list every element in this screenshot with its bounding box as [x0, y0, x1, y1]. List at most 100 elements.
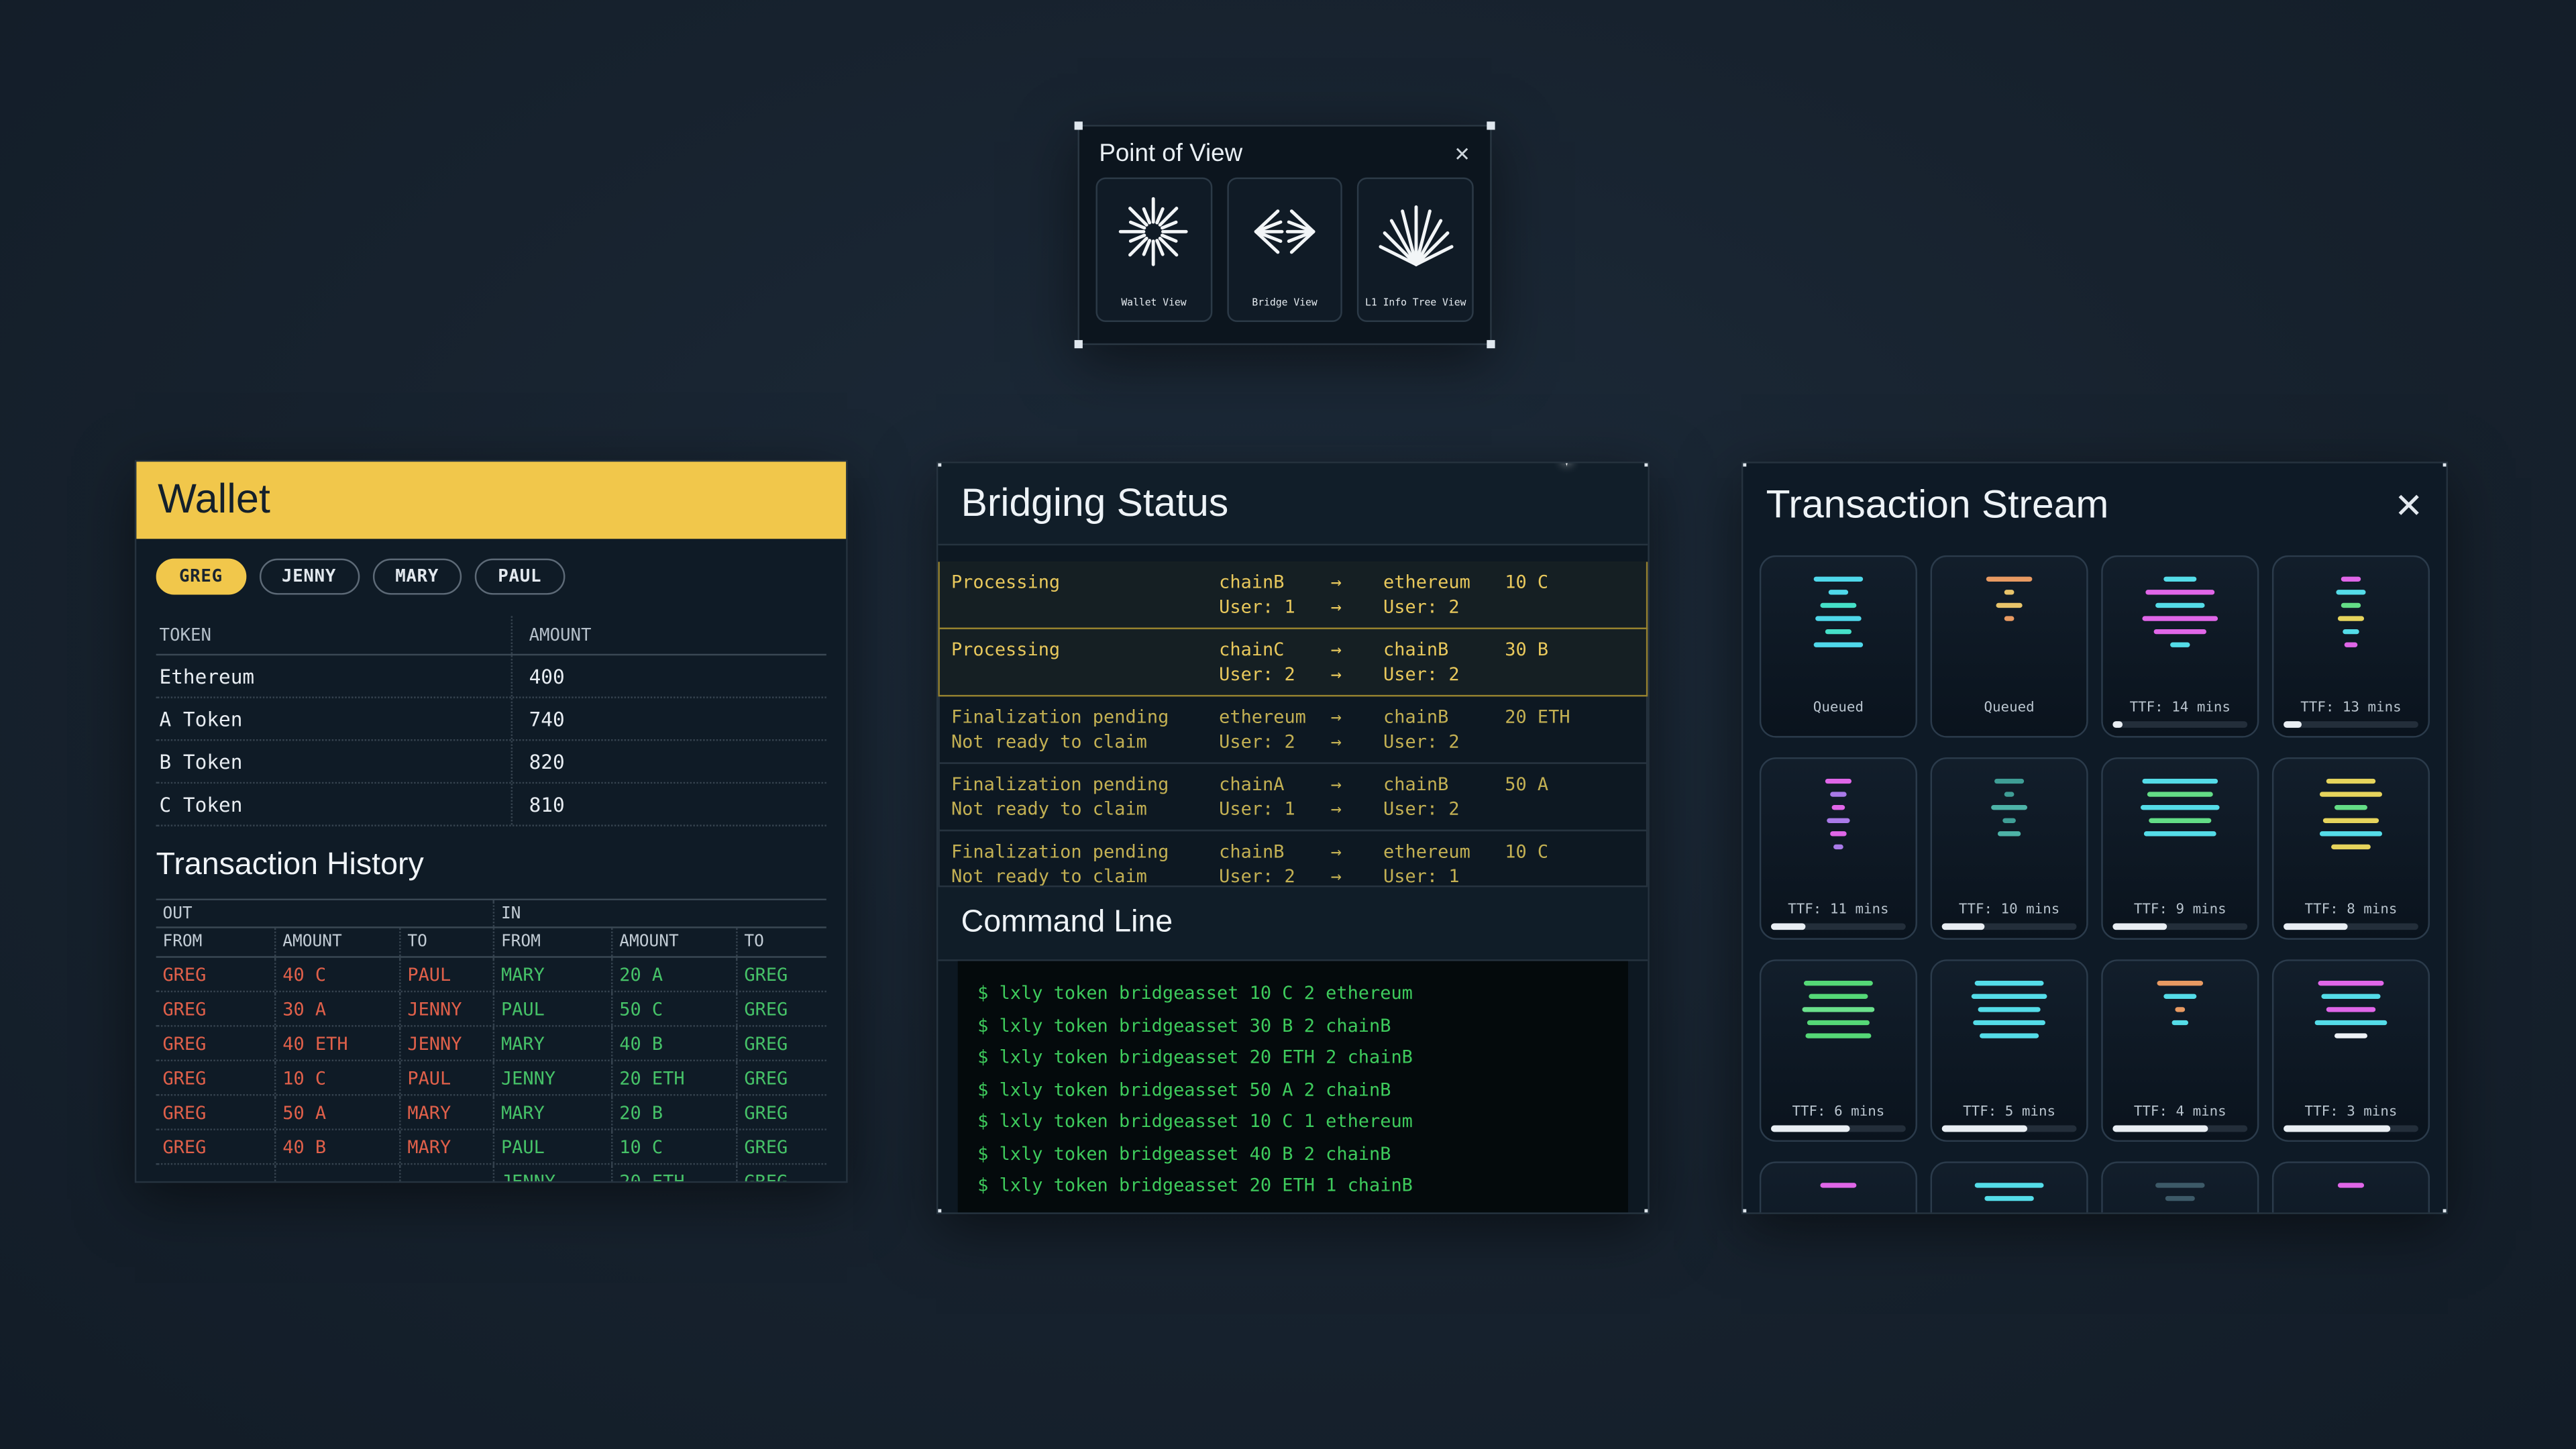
status-line: Processing — [951, 570, 1219, 595]
resize-handle[interactable] — [936, 1209, 941, 1214]
wallet-tab-paul[interactable]: PAUL — [475, 559, 564, 595]
resize-handle[interactable] — [1644, 1209, 1649, 1214]
transaction-card[interactable]: TTF: 11 mins — [1760, 757, 1917, 940]
wallet-tab-mary[interactable]: MARY — [372, 559, 462, 595]
token-row: B Token820 — [156, 741, 826, 784]
bar — [2141, 805, 2220, 810]
terminal[interactable]: $ lxly token bridgeasset 10 C 2 ethereum… — [958, 961, 1628, 1213]
resize-handle[interactable] — [2443, 1209, 2448, 1214]
bar — [1807, 1020, 1870, 1025]
user-to: User: 1 — [1383, 864, 1505, 885]
history-out-cell — [274, 1165, 399, 1183]
bar — [2165, 1196, 2195, 1201]
transaction-card[interactable] — [1931, 1161, 2088, 1212]
bar — [1825, 779, 1851, 784]
transaction-card[interactable] — [2101, 1161, 2259, 1212]
bar — [1803, 1007, 1875, 1012]
transaction-bars — [1932, 557, 2086, 621]
resize-handle[interactable] — [1644, 462, 1649, 466]
transaction-card[interactable]: TTF: 10 mins — [1931, 757, 2088, 940]
card-label: TTF: 11 mins — [1761, 902, 1915, 918]
resize-handle[interactable] — [1487, 340, 1495, 348]
chain-from: chainB — [1219, 570, 1331, 595]
transaction-bars — [1761, 961, 1915, 1038]
bar — [1984, 1196, 2033, 1201]
bar — [2157, 981, 2204, 985]
progress-track — [2284, 721, 2418, 728]
arrow-glyph: → — [1331, 772, 1383, 797]
transaction-card[interactable] — [2272, 1161, 2430, 1212]
progress-fill — [1942, 923, 1985, 930]
history-out-cell — [399, 1165, 493, 1183]
transaction-card[interactable]: TTF: 14 mins — [2101, 555, 2259, 738]
bar — [1827, 818, 1849, 823]
bar — [1825, 629, 1851, 634]
bridging-from: ethereumUser: 2 — [1219, 705, 1331, 754]
transaction-bars — [2273, 1163, 2428, 1188]
status-line-2: Not ready to claim — [951, 864, 1219, 885]
bar — [2142, 779, 2218, 784]
transaction-card[interactable] — [1760, 1161, 1917, 1212]
wallet-tab-greg[interactable]: GREG — [156, 559, 246, 595]
transaction-card[interactable]: TTF: 5 mins — [1931, 959, 2088, 1142]
bridging-to: ethereumUser: 1 — [1383, 839, 1505, 885]
bar — [2145, 590, 2214, 594]
history-in-cell: 50 C — [611, 992, 736, 1025]
bar — [1972, 994, 2047, 999]
transaction-card[interactable]: Queued — [1931, 555, 2088, 738]
transaction-card[interactable]: TTF: 6 mins — [1760, 959, 1917, 1142]
arrow-glyph: → — [1331, 637, 1383, 662]
token-table-body: Ethereum400A Token740B Token820C Token81… — [156, 655, 826, 826]
transaction-card[interactable]: TTF: 13 mins — [2272, 555, 2430, 738]
resize-handle[interactable] — [1741, 1209, 1746, 1214]
history-in-cell: 20 ETH — [611, 1061, 736, 1094]
pov-header: Point of View ✕ — [1079, 127, 1490, 171]
resize-handle[interactable] — [1741, 462, 1746, 466]
token-row: C Token810 — [156, 784, 826, 826]
history-in-cell: GREG — [736, 1130, 830, 1163]
pov-title: Point of View — [1099, 140, 1242, 168]
wallet-panel: Wallet GREGJENNYMARYPAUL TOKEN AMOUNT Et… — [135, 460, 848, 1183]
arrow-glyph: → — [1331, 797, 1383, 822]
card-label: Queued — [1761, 700, 1915, 716]
bar — [2149, 818, 2211, 823]
resize-handle[interactable] — [1075, 340, 1083, 348]
resize-handle[interactable] — [1487, 121, 1495, 129]
transaction-bars — [1761, 557, 1915, 647]
l1-info-tree-view-button[interactable]: L1 Info Tree View — [1358, 177, 1474, 322]
arrow-glyph: → — [1331, 864, 1383, 885]
transaction-card[interactable]: TTF: 3 mins — [2272, 959, 2430, 1142]
bridging-status: Finalization pendingNot ready to claim — [951, 772, 1219, 821]
arrow-glyph: → — [1331, 595, 1383, 620]
history-in-cell: MARY — [493, 1095, 611, 1128]
history-in-cell: 20 A — [611, 958, 736, 991]
transaction-card[interactable]: Queued — [1760, 555, 1917, 738]
bar — [2326, 1007, 2375, 1012]
tree-rays-icon — [1366, 184, 1465, 279]
transaction-history-title: Transaction History — [156, 848, 826, 884]
bridging-from: chainBUser: 1 — [1219, 570, 1331, 619]
terminal-line: $ lxly token bridgeasset 20 ETH 1 chainB — [977, 1170, 1608, 1202]
resize-handle[interactable] — [2443, 462, 2448, 466]
progress-fill — [2284, 1126, 2390, 1132]
transaction-card[interactable]: TTF: 9 mins — [2101, 757, 2259, 940]
bridging-header: Bridging Status — [938, 464, 1648, 545]
bridging-amount: 20 ETH — [1505, 705, 1646, 754]
wallet-view-button[interactable]: Wallet View — [1095, 177, 1212, 322]
bridge-lines-icon — [1236, 184, 1334, 279]
bar — [2334, 805, 2367, 810]
card-label: TTF: 5 mins — [1932, 1104, 2086, 1120]
card-label: TTF: 13 mins — [2273, 700, 2428, 716]
close-icon[interactable]: ✕ — [1454, 142, 1470, 165]
history-col-header: FROM — [156, 928, 274, 957]
bridging-from: chainAUser: 1 — [1219, 772, 1331, 821]
bridge-view-button[interactable]: Bridge View — [1227, 177, 1343, 322]
bar — [2170, 643, 2190, 647]
resize-handle[interactable] — [1075, 121, 1083, 129]
chain-to: chainB — [1383, 772, 1505, 797]
transaction-card[interactable]: TTF: 4 mins — [2101, 959, 2259, 1142]
transaction-card[interactable]: TTF: 8 mins — [2272, 757, 2430, 940]
close-icon[interactable]: ✕ — [2394, 489, 2423, 523]
resize-handle[interactable] — [936, 462, 941, 466]
wallet-tab-jenny[interactable]: JENNY — [259, 559, 360, 595]
